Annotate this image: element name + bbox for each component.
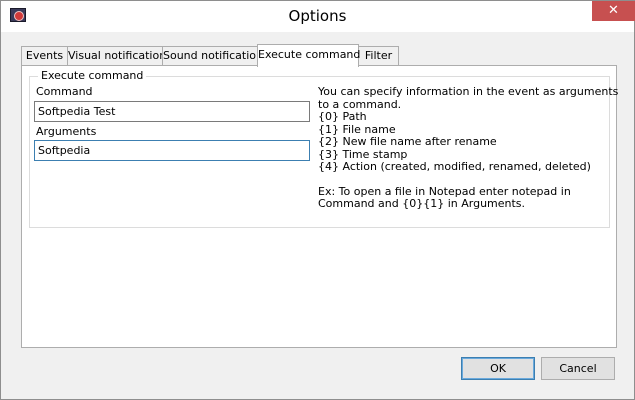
command-label: Command <box>36 85 93 98</box>
arguments-label: Arguments <box>36 125 97 138</box>
help-line-action: {4} Action (created, modified, renamed, … <box>318 160 591 173</box>
execute-command-panel: Execute command Command Arguments You ca… <box>21 65 619 348</box>
ok-button[interactable]: OK <box>461 357 535 380</box>
command-input[interactable] <box>34 101 310 122</box>
cancel-button[interactable]: Cancel <box>541 357 615 380</box>
options-dialog: Options ✕ Events Visual notification Sou… <box>0 0 635 400</box>
window-title: Options <box>288 7 347 25</box>
group-title: Execute command <box>38 69 147 83</box>
example-line: Command and {0}{1} in Arguments. <box>318 197 526 210</box>
arguments-help-text: You can specify information in the event… <box>318 85 619 211</box>
close-icon: ✕ <box>608 3 619 18</box>
execute-command-group: Execute command Command Arguments You ca… <box>29 69 619 228</box>
arguments-input[interactable] <box>34 140 310 161</box>
tab-visual-notification[interactable]: Visual notification <box>67 46 166 66</box>
tab-execute-command[interactable]: Execute command <box>257 44 360 67</box>
title-bar[interactable]: Options ✕ <box>1 1 635 32</box>
tab-filter[interactable]: Filter <box>358 46 399 66</box>
help-line-new-file-name: {2} New file name after rename <box>318 135 497 148</box>
tab-events[interactable]: Events <box>21 46 68 66</box>
close-button[interactable]: ✕ <box>592 1 635 21</box>
help-line: You can specify information in the event… <box>318 85 619 98</box>
tab-sound-notification[interactable]: Sound notification <box>162 46 263 66</box>
help-line-path: {0} Path <box>318 110 367 123</box>
